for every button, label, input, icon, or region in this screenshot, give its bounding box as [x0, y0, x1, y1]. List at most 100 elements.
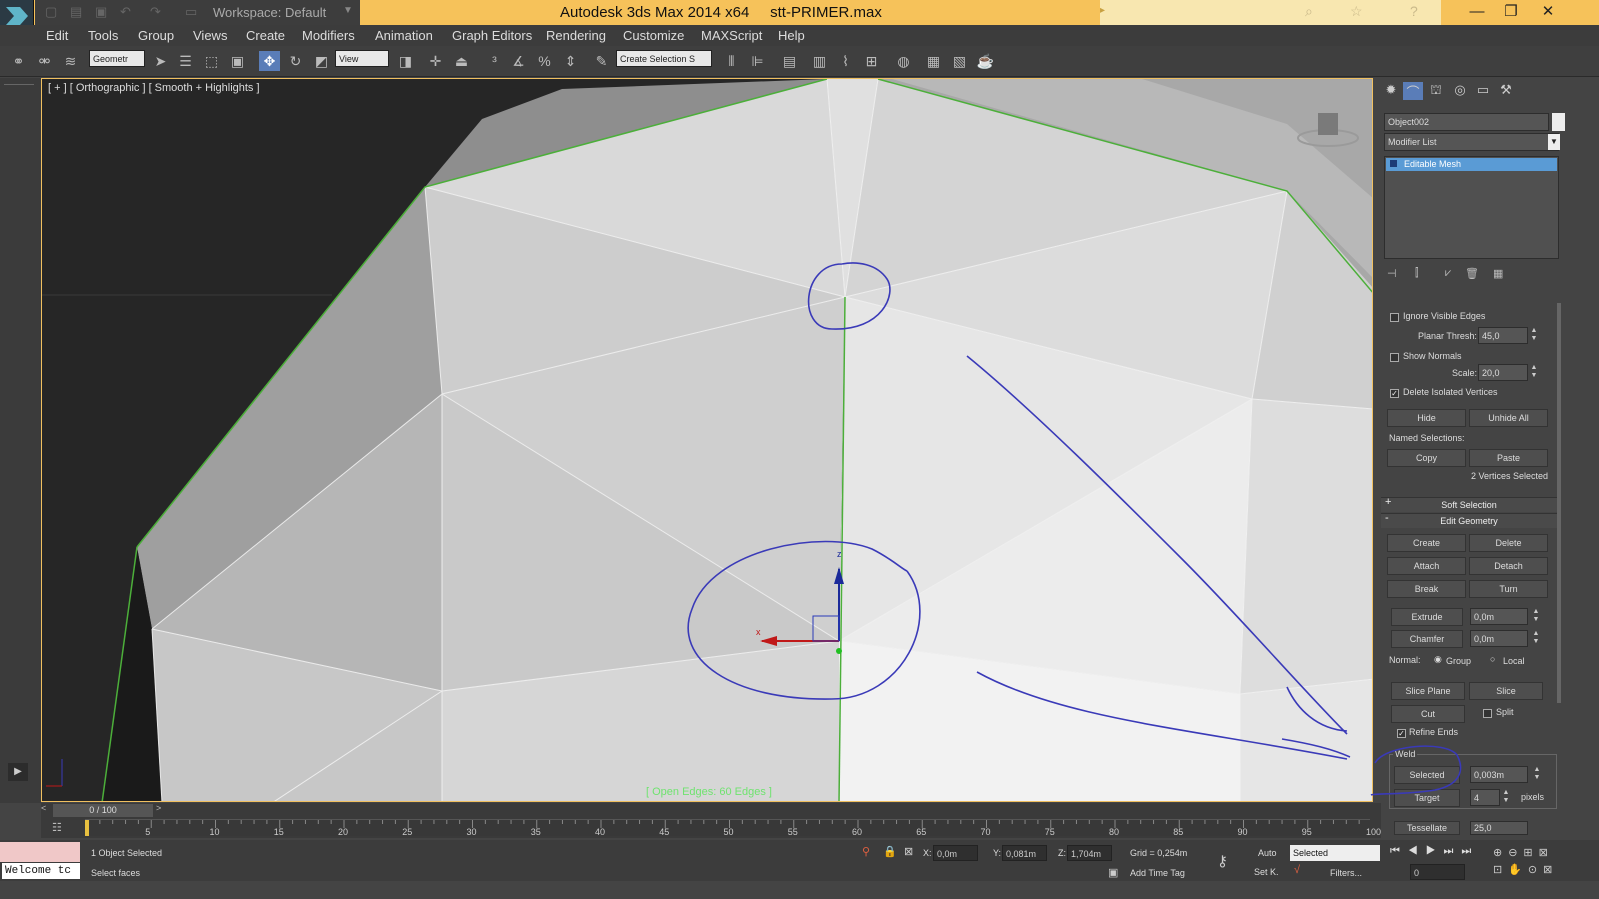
break-button[interactable]: Break	[1387, 580, 1466, 598]
scale-field[interactable]: 20,0	[1478, 364, 1528, 381]
spinner-icon[interactable]: ▲ ▼	[1529, 364, 1539, 381]
detach-button[interactable]: Detach	[1469, 557, 1548, 575]
menu-tools[interactable]: Tools	[88, 25, 118, 46]
schematic-view-icon[interactable]: ⊞	[861, 51, 882, 71]
snap-toggle-icon[interactable]: ³	[484, 51, 505, 71]
pin-stack-icon[interactable]: ⊣	[1387, 267, 1397, 280]
extrude-button[interactable]: Extrude	[1391, 608, 1463, 626]
hide-button[interactable]: Hide	[1387, 409, 1466, 427]
undo-icon[interactable]: ↶	[120, 4, 131, 20]
lock-icon[interactable]: 🔒	[883, 845, 897, 858]
menu-maxscript[interactable]: MAXScript	[701, 25, 762, 46]
key-mode-dropdown[interactable]: Selected	[1290, 845, 1380, 861]
project-folder-icon[interactable]: ▭	[185, 4, 197, 20]
z-coordinate-field[interactable]: 1,704m	[1067, 845, 1112, 861]
menu-rendering[interactable]: Rendering	[546, 25, 606, 46]
named-selection-dropdown[interactable]: Create Selection S	[616, 50, 712, 67]
spinner-icon[interactable]: ▲ ▼	[1531, 608, 1541, 625]
display-tab-icon[interactable]: ▭	[1473, 82, 1493, 100]
open-icon[interactable]: ▤	[70, 4, 82, 20]
move-icon[interactable]: ✥	[259, 51, 280, 71]
current-frame-field[interactable]: 0	[1410, 864, 1465, 880]
soft-selection-rollout[interactable]: Soft Selection	[1381, 497, 1557, 512]
auto-key-button[interactable]: Auto	[1258, 848, 1277, 858]
group-radio[interactable]: ◉	[1434, 654, 1442, 665]
rotate-icon[interactable]: ↻	[285, 51, 306, 71]
object-name-field[interactable]: Object002	[1384, 113, 1549, 131]
turn-button[interactable]: Turn	[1469, 580, 1548, 598]
spinner-snap-icon[interactable]: ⇕	[560, 51, 581, 71]
maximize-button[interactable]: ❐	[1494, 0, 1528, 25]
attach-button[interactable]: Attach	[1387, 557, 1466, 575]
chevron-down-icon[interactable]: ▼	[1548, 134, 1560, 150]
play-icon[interactable]: ▶	[8, 763, 28, 781]
rendered-frame-icon[interactable]: ▧	[949, 51, 970, 71]
slice-plane-button[interactable]: Slice Plane	[1391, 682, 1465, 700]
create-tab-icon[interactable]: ✹	[1381, 82, 1401, 100]
redo-icon[interactable]: ↷	[150, 4, 161, 20]
percent-snap-icon[interactable]: %	[534, 51, 555, 71]
search-icon[interactable]: ⌕	[1305, 3, 1313, 20]
render-teapot-icon[interactable]: ☕	[975, 51, 996, 71]
welcome-field[interactable]: Welcome tc	[2, 863, 80, 879]
bind-spacewarp-icon[interactable]: ≋	[60, 51, 81, 71]
track-bar-icon[interactable]: ☷	[52, 821, 62, 834]
chamfer-field[interactable]: 0,0m	[1470, 630, 1528, 647]
extrude-field[interactable]: 0,0m	[1470, 608, 1528, 625]
key-icon[interactable]: ⚷	[1217, 852, 1228, 870]
tessellate-field[interactable]: 25,0	[1470, 821, 1528, 835]
local-radio[interactable]: ○	[1490, 654, 1495, 664]
create-button[interactable]: Create	[1387, 534, 1466, 552]
close-button[interactable]: ✕	[1528, 0, 1568, 25]
mirror-icon[interactable]: ⫴	[721, 51, 742, 71]
set-key-button[interactable]: Set K.	[1254, 867, 1279, 877]
keyboard-shortcut-icon[interactable]: ⏏	[451, 51, 472, 71]
window-crossing-icon[interactable]: ▣	[227, 51, 248, 71]
menu-group[interactable]: Group	[138, 25, 174, 46]
remove-modifier-icon[interactable]: 🗑	[1465, 267, 1479, 280]
unhide-all-button[interactable]: Unhide All	[1469, 409, 1548, 427]
configure-sets-icon[interactable]: ▦	[1493, 267, 1503, 280]
timeline[interactable]: < 0 / 100 > ☷ 5 10 15 20 25 30 35 40 45 50 55 60 65 7…	[41, 803, 1381, 838]
viewport-navigation-controls[interactable]: ⊕⊖⊞⊠ ⊡✋⊙⊠	[1493, 845, 1568, 879]
ignore-visible-edges-checkbox[interactable]	[1390, 313, 1399, 322]
menu-views[interactable]: Views	[193, 25, 227, 46]
copy-button[interactable]: Copy	[1387, 449, 1466, 467]
make-unique-icon[interactable]: ⩗	[1445, 267, 1451, 280]
x-coordinate-field[interactable]: 0,0m	[933, 845, 978, 861]
curve-editor-icon[interactable]: ⌇	[835, 51, 856, 71]
delete-button[interactable]: Delete	[1469, 534, 1548, 552]
modify-tab-icon[interactable]: ⌒	[1403, 82, 1423, 100]
align-icon[interactable]: ⊫	[747, 51, 768, 71]
tessellate-button[interactable]: Tessellate	[1394, 821, 1460, 835]
cut-button[interactable]: Cut	[1391, 705, 1465, 723]
select-by-name-icon[interactable]: ☰	[175, 51, 196, 71]
spinner-icon[interactable]: ▲ ▼	[1531, 630, 1541, 647]
save-icon[interactable]: ▣	[95, 4, 107, 20]
paste-button[interactable]: Paste	[1469, 449, 1548, 467]
edit-geometry-rollout[interactable]: Edit Geometry	[1381, 513, 1557, 528]
chevron-down-icon[interactable]: ▼	[343, 5, 353, 16]
expand-icon[interactable]: ▸	[1100, 5, 1105, 16]
time-slider[interactable]: 0 / 100	[53, 804, 153, 817]
material-editor-icon[interactable]: ◍	[893, 51, 914, 71]
selection-filter-dropdown[interactable]: Geometr	[89, 50, 145, 67]
menu-modifiers[interactable]: Modifiers	[302, 25, 355, 46]
weld-threshold-field[interactable]: 0,003m	[1470, 766, 1528, 783]
object-color-swatch[interactable]	[1552, 113, 1565, 131]
split-checkbox[interactable]	[1483, 709, 1492, 718]
star-icon[interactable]: ☆	[1350, 3, 1363, 20]
minimize-button[interactable]: —	[1460, 0, 1494, 25]
menu-help[interactable]: Help	[778, 25, 805, 46]
menu-animation[interactable]: Animation	[375, 25, 433, 46]
rectangular-selection-icon[interactable]: ⬚	[201, 51, 222, 71]
modifier-list-dropdown[interactable]: Modifier List	[1384, 133, 1559, 151]
show-normals-checkbox[interactable]	[1390, 353, 1399, 362]
unlink-icon[interactable]: ⚮	[34, 51, 55, 71]
delete-isolated-checkbox[interactable]: ✓	[1390, 389, 1399, 398]
angle-snap-icon[interactable]: ∡	[508, 51, 529, 71]
spinner-icon[interactable]: ▲ ▼	[1501, 789, 1511, 806]
layer-manager-icon[interactable]: ▤	[779, 51, 800, 71]
link-icon[interactable]: ⚭	[8, 51, 29, 71]
menu-graph-editors[interactable]: Graph Editors	[452, 25, 532, 46]
